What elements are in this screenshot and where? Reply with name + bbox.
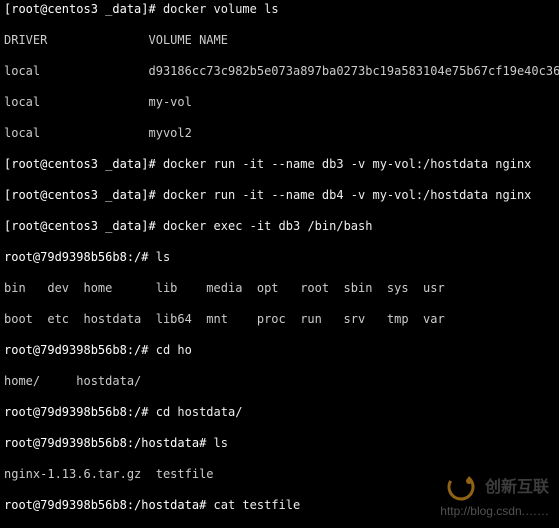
output-text: local d93186cc73c982b5e073a897ba0273bc19… [4, 64, 559, 78]
terminal-line: root@79d9398b56b8:/# cd hostdata/ [4, 405, 555, 421]
output-text: local my-vol [4, 95, 192, 109]
terminal-line: DRIVER VOLUME NAME [4, 33, 555, 49]
terminal-line: nginx-1.13.6.tar.gz testfile [4, 467, 555, 483]
terminal-line: [root@centos3 _data]# docker exec -it db… [4, 219, 555, 235]
command-text: docker volume ls [163, 2, 279, 16]
terminal-line: [root@centos3 _data]# docker run -it --n… [4, 157, 555, 173]
output-text: home/ hostdata/ [4, 374, 141, 388]
terminal-line: local my-vol [4, 95, 555, 111]
terminal-line: root@79d9398b56b8:/# ls [4, 250, 555, 266]
output-text: local myvol2 [4, 126, 192, 140]
terminal-line: home/ hostdata/ [4, 374, 555, 390]
terminal-line: boot etc hostdata lib64 mnt proc run srv… [4, 312, 555, 328]
command-text: cd ho [156, 343, 192, 357]
prompt-text: root@79d9398b56b8:/# [4, 343, 156, 357]
terminal-line: local d93186cc73c982b5e073a897ba0273bc19… [4, 64, 555, 80]
prompt-text: root@79d9398b56b8:/# [4, 250, 156, 264]
output-text: boot etc hostdata lib64 mnt proc run srv… [4, 312, 445, 326]
prompt-text: root@79d9398b56b8:/hostdata# [4, 436, 214, 450]
terminal-line: root@79d9398b56b8:/# cd ho [4, 343, 555, 359]
terminal-line: [root@centos3 _data]# docker run -it --n… [4, 188, 555, 204]
command-text: ls [156, 250, 170, 264]
terminal-line: root@79d9398b56b8:/hostdata# cat testfil… [4, 498, 555, 514]
terminal-output[interactable]: [root@centos3 _data]# docker volume ls D… [0, 0, 559, 528]
command-text: docker exec -it db3 /bin/bash [163, 219, 373, 233]
command-text: docker run -it --name db3 -v my-vol:/hos… [163, 157, 531, 171]
terminal-line: root@79d9398b56b8:/hostdata# ls [4, 436, 555, 452]
command-text: cd hostdata/ [156, 405, 243, 419]
terminal-line: bin dev home lib media opt root sbin sys… [4, 281, 555, 297]
prompt-text: [root@centos3 _data]# [4, 157, 163, 171]
command-text: ls [214, 436, 228, 450]
prompt-text: [root@centos3 _data]# [4, 2, 163, 16]
command-text: docker run -it --name db4 -v my-vol:/hos… [163, 188, 531, 202]
prompt-text: root@79d9398b56b8:/hostdata# [4, 498, 214, 512]
command-text: cat testfile [214, 498, 301, 512]
prompt-text: [root@centos3 _data]# [4, 188, 163, 202]
output-text: bin dev home lib media opt root sbin sys… [4, 281, 445, 295]
prompt-text: root@79d9398b56b8:/# [4, 405, 156, 419]
output-text: DRIVER VOLUME NAME [4, 33, 228, 47]
terminal-line: local myvol2 [4, 126, 555, 142]
output-text: nginx-1.13.6.tar.gz testfile [4, 467, 214, 481]
terminal-line: [root@centos3 _data]# docker volume ls [4, 2, 555, 18]
prompt-text: [root@centos3 _data]# [4, 219, 163, 233]
